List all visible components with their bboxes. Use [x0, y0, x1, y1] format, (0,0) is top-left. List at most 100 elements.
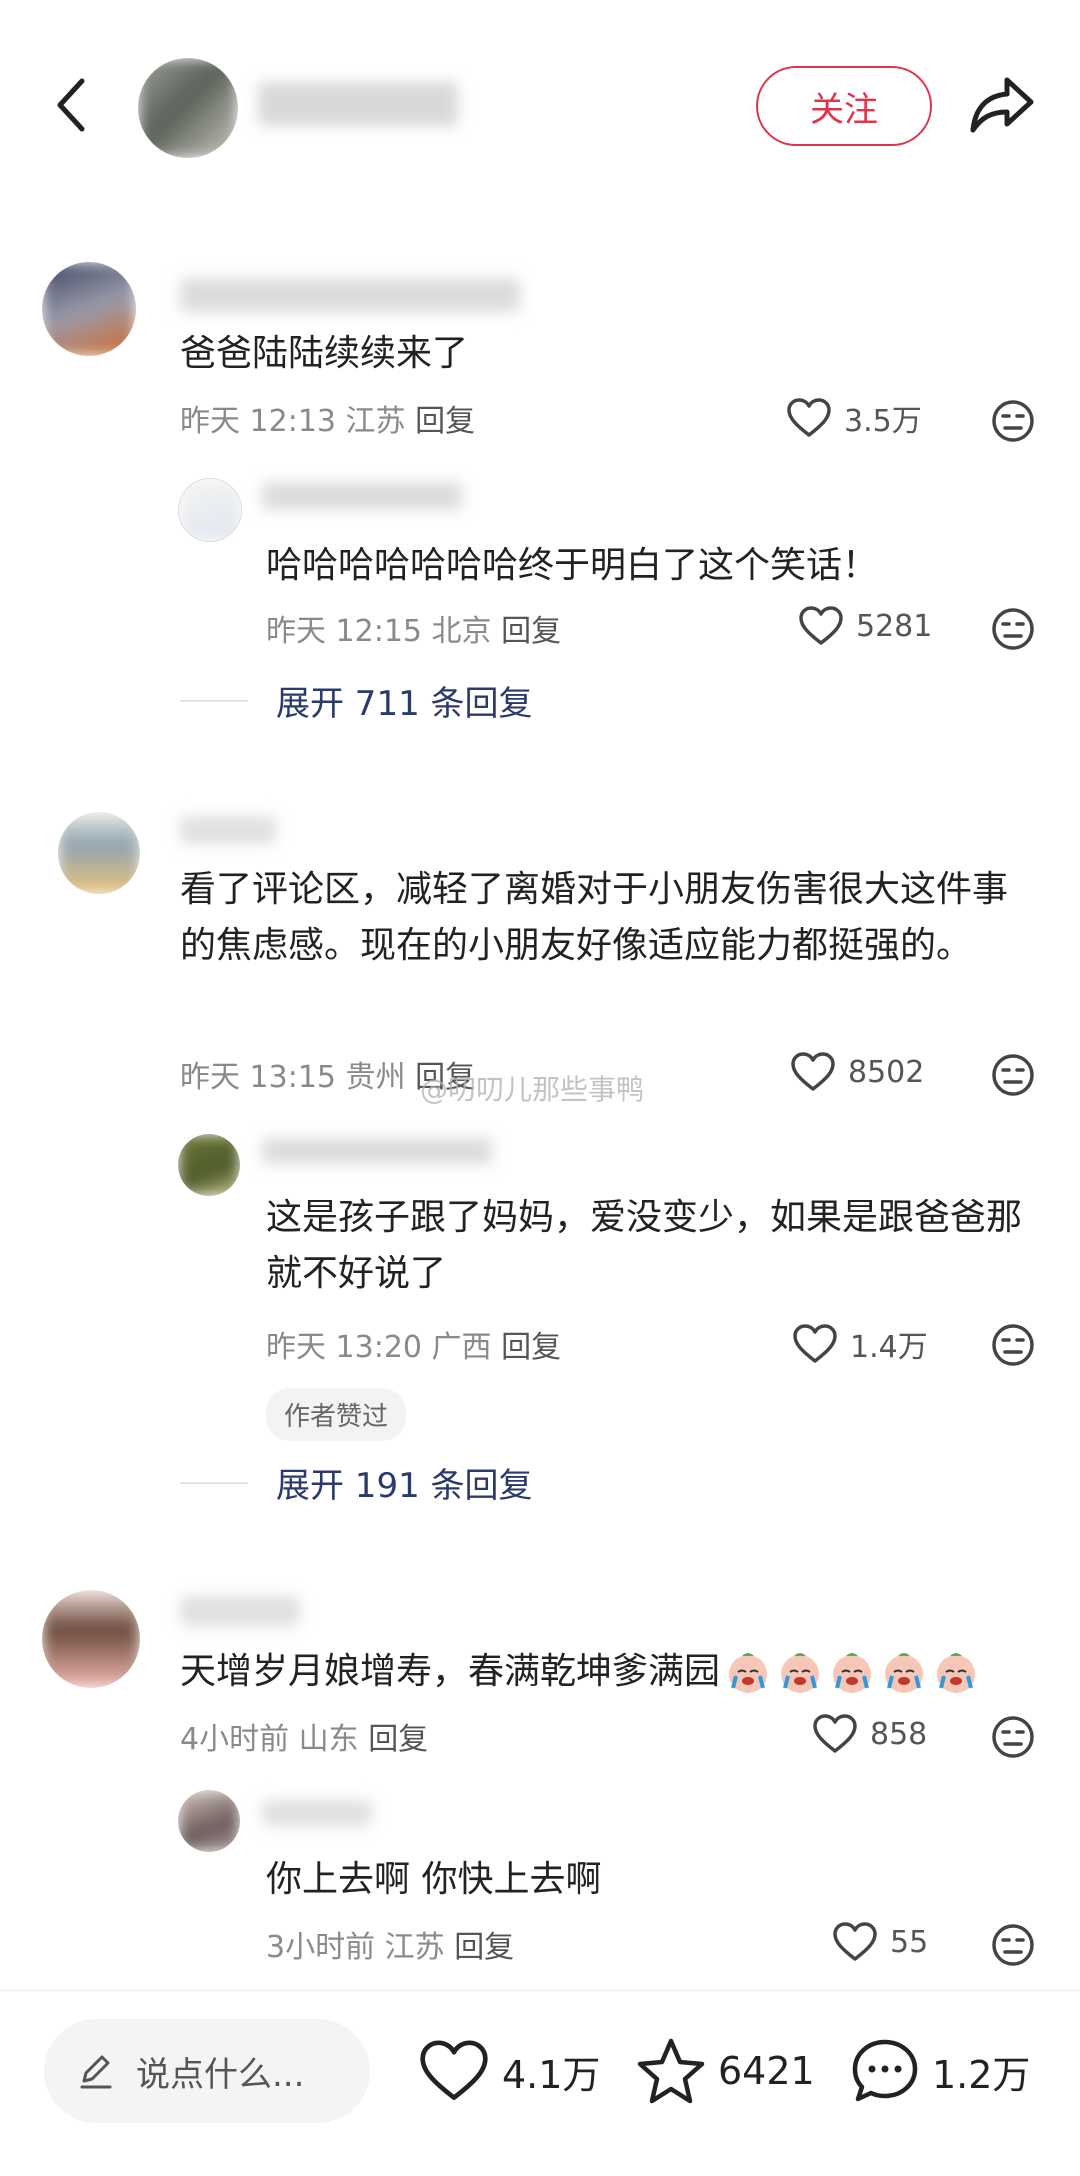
reply-username[interactable] — [262, 1138, 492, 1164]
comment-username[interactable] — [180, 1596, 300, 1626]
comment-meta: 昨天 12:13 江苏 回复 — [180, 396, 475, 440]
comment-avatar[interactable] — [58, 812, 140, 894]
reply-meta: 3小时前 江苏 回复 — [266, 1922, 514, 1966]
reply-username[interactable] — [262, 1800, 372, 1826]
comment-location: 江苏 — [345, 404, 406, 439]
comment-time: 4小时前 — [180, 1722, 290, 1757]
post-like-count: 4.1万 — [502, 2052, 601, 2097]
expand-replies-label: 展开 191 条回复 — [276, 1466, 533, 1506]
like-button[interactable]: 55 — [832, 1922, 928, 1962]
heart-icon — [793, 1324, 837, 1363]
reply-location: 江苏 — [384, 1930, 445, 1965]
author-avatar[interactable] — [138, 58, 238, 158]
dislike-button[interactable] — [990, 1922, 1036, 1968]
heart-icon — [787, 398, 831, 437]
author-liked-badge: 作者赞过 — [266, 1388, 407, 1441]
reply-button[interactable]: 回复 — [454, 1930, 514, 1965]
favorite-count: 6421 — [718, 2049, 815, 2093]
like-button[interactable]: 1.4万 — [792, 1322, 928, 1366]
author-name[interactable] — [258, 82, 458, 126]
like-count: 5281 — [856, 608, 933, 644]
crying-emoji-icon — [781, 1653, 820, 1693]
reply-button[interactable]: 回复 — [501, 1330, 561, 1365]
comment-avatar[interactable] — [42, 262, 136, 356]
dislike-button[interactable] — [990, 1052, 1036, 1098]
expand-replies-button[interactable]: 展开 191 条回复 — [180, 1458, 533, 1507]
comment-count: 1.2万 — [932, 2052, 1031, 2097]
share-icon — [970, 77, 1034, 133]
comment-input-placeholder: 说点什么... — [136, 2054, 305, 2095]
crying-emoji-icon — [885, 1653, 924, 1693]
comment-text: 天增岁月娘增寿，春满乾坤爹满园 — [180, 1644, 1040, 1700]
comments-button[interactable]: 1.2万 — [850, 2019, 1030, 2123]
like-post-button[interactable]: 4.1万 — [418, 2019, 600, 2123]
comment-time: 昨天 12:13 — [180, 404, 336, 439]
crying-emoji-icon — [937, 1653, 976, 1693]
neutral-face-icon — [992, 400, 1034, 442]
like-count: 8502 — [848, 1054, 925, 1090]
watermark: @叨叨儿那些事鸭 — [420, 1073, 645, 1106]
bottom-bar: 说点什么... 4.1万 6421 1.2万 — [0, 1990, 1080, 2176]
reply-meta: 昨天 12:15 北京 回复 — [266, 606, 561, 650]
like-button[interactable]: 8502 — [790, 1052, 924, 1092]
like-count: 3.5万 — [844, 404, 922, 439]
comment-username[interactable] — [180, 816, 276, 844]
like-count: 858 — [870, 1716, 928, 1752]
follow-label: 关注 — [810, 89, 878, 130]
neutral-face-icon — [992, 1716, 1034, 1758]
comment-text: 爸爸陆陆续续来了 — [180, 333, 469, 374]
comment-text-body: 天增岁月娘增寿，春满乾坤爹满园 — [180, 1651, 721, 1692]
heart-icon — [799, 606, 843, 645]
reply-username[interactable] — [262, 482, 462, 510]
heart-icon — [791, 1052, 835, 1091]
star-icon — [637, 2038, 705, 2104]
like-button[interactable]: 3.5万 — [786, 396, 922, 440]
crying-emoji-icon — [833, 1653, 872, 1693]
comment-location: 山东 — [298, 1722, 359, 1757]
reply-button[interactable]: 回复 — [368, 1722, 428, 1757]
like-count: 55 — [890, 1924, 929, 1960]
reply-location: 北京 — [431, 614, 492, 649]
heart-icon — [833, 1922, 877, 1961]
comment-meta: 4小时前 山东 回复 — [180, 1714, 428, 1758]
comment-location: 贵州 — [345, 1060, 406, 1095]
comment-username[interactable] — [180, 278, 520, 312]
neutral-face-icon — [992, 608, 1034, 650]
reply-button[interactable]: 回复 — [501, 614, 561, 649]
comment-input[interactable]: 说点什么... — [44, 2019, 370, 2123]
heart-icon — [813, 1714, 857, 1753]
like-button[interactable]: 5281 — [798, 606, 932, 646]
pencil-icon — [80, 2055, 112, 2089]
expand-replies-label: 展开 711 条回复 — [276, 684, 533, 724]
neutral-face-icon — [992, 1924, 1034, 1966]
reply-time: 昨天 13:20 — [266, 1330, 422, 1365]
comment-bubble-icon — [852, 2039, 918, 2102]
comment-avatar[interactable] — [42, 1590, 140, 1688]
reply-avatar[interactable] — [178, 1790, 240, 1852]
divider — [180, 699, 248, 702]
reply-button[interactable]: 回复 — [415, 404, 475, 439]
crying-emoji-icon — [729, 1653, 768, 1693]
heart-icon — [420, 2040, 488, 2100]
like-button[interactable]: 858 — [812, 1714, 927, 1754]
reply-avatar[interactable] — [178, 478, 242, 542]
follow-button[interactable]: 关注 — [756, 66, 932, 146]
reply-time: 昨天 12:15 — [266, 614, 422, 649]
dislike-button[interactable] — [990, 1322, 1036, 1368]
divider — [180, 1481, 248, 1484]
like-count: 1.4万 — [850, 1330, 928, 1365]
favorite-button[interactable]: 6421 — [636, 2019, 815, 2123]
dislike-button[interactable] — [990, 1714, 1036, 1760]
reply-meta: 昨天 13:20 广西 回复 — [266, 1322, 561, 1366]
dislike-button[interactable] — [990, 606, 1036, 652]
dislike-button[interactable] — [990, 398, 1036, 444]
reply-avatar[interactable] — [178, 1134, 240, 1196]
back-button[interactable] — [40, 70, 100, 140]
reply-time: 3小时前 — [266, 1930, 376, 1965]
expand-replies-button[interactable]: 展开 711 条回复 — [180, 676, 533, 725]
comment-text: 看了评论区，减轻了离婚对于小朋友伤害很大这件事的焦虑感。现在的小朋友好像适应能力… — [180, 869, 1009, 966]
reply-text: 哈哈哈哈哈哈哈终于明白了这个笑话！ — [266, 545, 879, 586]
chevron-left-icon — [57, 78, 85, 132]
crying-emoji-icon — [724, 1648, 980, 1696]
share-button[interactable] — [962, 70, 1042, 140]
